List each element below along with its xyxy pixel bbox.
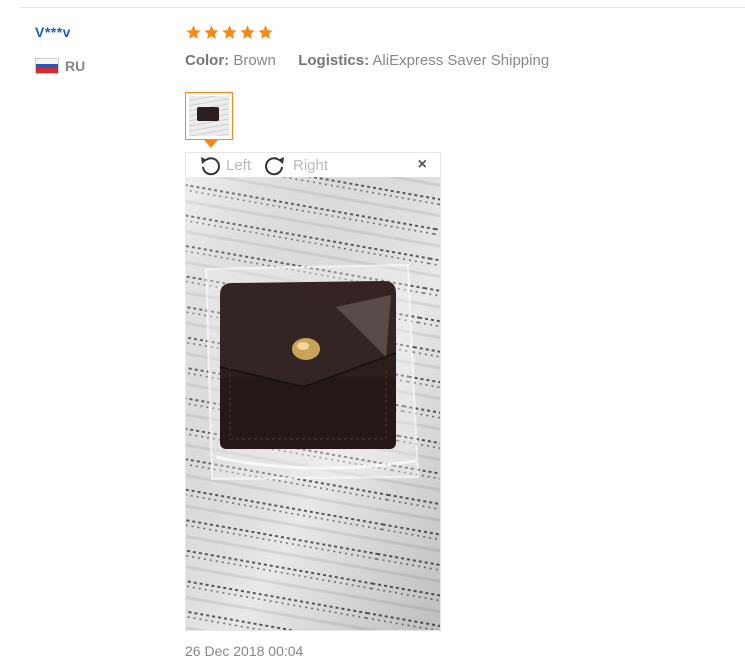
russia-flag-icon xyxy=(35,58,59,74)
photo-viewer: Left Right × xyxy=(185,152,441,631)
rotate-left-icon xyxy=(201,157,220,176)
logistics-value: AliExpress Saver Shipping xyxy=(372,52,550,69)
rotate-right-button[interactable]: Right xyxy=(265,154,328,176)
color-label: Color: xyxy=(185,52,230,69)
star-icon xyxy=(221,24,238,41)
logistics-label: Logistics: xyxy=(298,52,370,69)
reviewer-country: RU xyxy=(35,58,85,74)
review-photo xyxy=(186,177,440,630)
rotate-left-button[interactable]: Left xyxy=(198,154,251,176)
thumbnail-pointer-icon xyxy=(204,140,218,148)
reviewer-name: V***v xyxy=(35,24,71,40)
rotate-right-icon xyxy=(265,157,284,176)
star-rating xyxy=(185,24,274,41)
review-photo-thumbnail[interactable] xyxy=(185,92,233,140)
review-photo-image xyxy=(186,177,440,630)
star-icon xyxy=(203,24,220,41)
star-icon xyxy=(185,24,202,41)
close-viewer-button[interactable]: × xyxy=(418,157,427,173)
star-icon xyxy=(239,24,256,41)
review-date: 26 Dec 2018 00:04 xyxy=(185,643,304,659)
rotate-left-label: Left xyxy=(226,156,252,174)
country-code: RU xyxy=(65,58,86,74)
review-attributes: Color: Brown Logistics: AliExpress Saver… xyxy=(185,52,549,69)
thumbnail-image xyxy=(189,96,229,136)
viewer-toolbar: Left Right × xyxy=(186,153,440,177)
rotate-right-label: Right xyxy=(293,156,329,174)
top-divider xyxy=(20,7,745,8)
color-value: Brown xyxy=(233,52,276,69)
star-icon xyxy=(257,24,274,41)
